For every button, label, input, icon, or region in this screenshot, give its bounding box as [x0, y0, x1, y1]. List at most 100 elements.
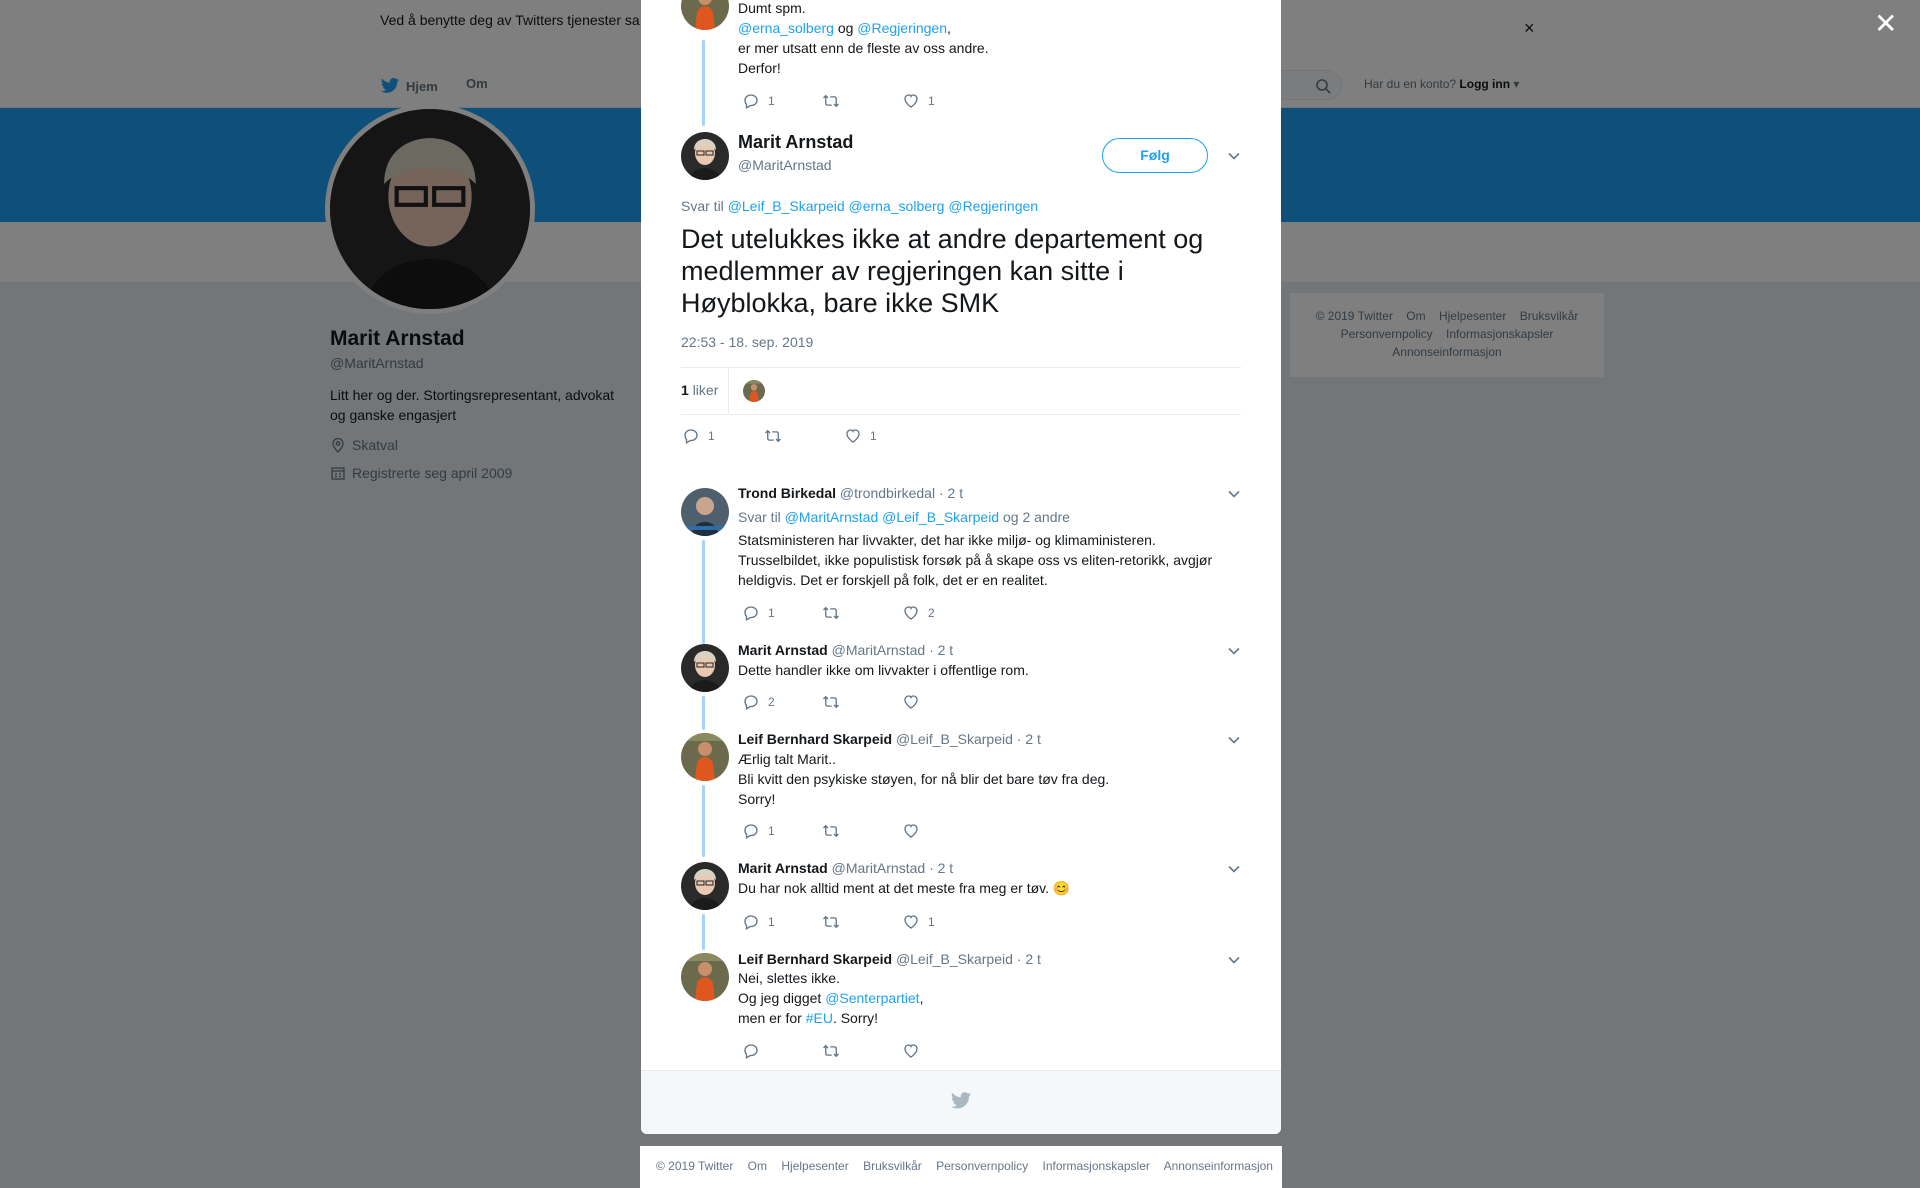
like-count: 1 [928, 915, 935, 929]
retweet-button[interactable] [822, 913, 902, 931]
avatar[interactable] [681, 862, 729, 910]
like-button[interactable] [902, 1042, 928, 1060]
tweet-time[interactable]: · 2 t [929, 860, 953, 876]
reply-button[interactable]: 1 [682, 427, 764, 445]
reply-button[interactable]: 1 [742, 913, 822, 931]
author-name[interactable]: Marit Arnstad [738, 860, 828, 876]
reply-count: 1 [768, 94, 775, 108]
reply-count: 1 [768, 824, 775, 838]
author-handle[interactable]: @MaritArnstad [832, 860, 926, 876]
likes-stat-word: liker [692, 382, 719, 398]
like-button[interactable] [902, 822, 928, 840]
tweet-time[interactable]: · 2 t [929, 642, 953, 658]
main-author-handle[interactable]: @MaritArnstad [738, 157, 832, 173]
retweet-icon [822, 1042, 840, 1060]
bottom-footer: © 2019 Twitter Om Hjelpesenter Bruksvilk… [640, 1146, 1282, 1188]
main-author-name[interactable]: Marit Arnstad [738, 132, 853, 153]
main-tweet-timestamp[interactable]: 22:53 - 18. sep. 2019 [681, 334, 813, 350]
retweet-button[interactable] [822, 604, 902, 622]
author-name[interactable]: Marit Arnstad [738, 642, 828, 658]
avatar[interactable] [681, 0, 729, 30]
like-button[interactable] [902, 693, 928, 711]
retweet-button[interactable] [822, 92, 902, 110]
like-icon [902, 693, 920, 711]
tweet-line: @erna_solberg og @Regjeringen, [738, 18, 1238, 38]
like-icon [902, 822, 920, 840]
follow-button[interactable]: Følg [1102, 138, 1208, 173]
mention-link[interactable]: @Regjeringen [857, 20, 947, 36]
footer-item[interactable]: Informasjonskapsler [1043, 1159, 1150, 1173]
chevron-down-icon[interactable] [1227, 644, 1241, 658]
reply-to-suffix[interactable]: og 2 andre [1003, 509, 1070, 525]
close-icon[interactable]: ✕ [1874, 10, 1897, 38]
author-name[interactable]: Leif Bernhard Skarpeid [738, 951, 892, 967]
author-handle[interactable]: @Leif_B_Skarpeid [896, 951, 1013, 967]
retweet-icon [822, 822, 840, 840]
reply-button[interactable]: 1 [742, 604, 822, 622]
author-name[interactable]: Trond Birkedal [738, 485, 836, 501]
retweet-button[interactable] [822, 1042, 902, 1060]
like-button[interactable]: 1 [902, 92, 935, 110]
chevron-down-icon[interactable] [1227, 733, 1241, 747]
modal-footer [641, 1070, 1281, 1134]
tweet-header: Marit Arnstad @MaritArnstad · 2 t [738, 641, 953, 659]
footer-item[interactable]: © 2019 Twitter [656, 1159, 733, 1173]
like-button[interactable]: 1 [902, 913, 935, 931]
hashtag-link[interactable]: #EU [806, 1010, 833, 1026]
tweet-actions: 1 [742, 822, 928, 840]
author-handle[interactable]: @trondbirkedal [840, 485, 935, 501]
chevron-down-icon[interactable] [1227, 487, 1241, 501]
footer-item[interactable]: Om [748, 1159, 767, 1173]
mention-link[interactable]: @erna_solberg [738, 20, 834, 36]
mention-link[interactable]: @Senterpartiet [825, 990, 919, 1006]
footer-item[interactable]: Annonseinformasjon [1164, 1159, 1273, 1173]
footer-item[interactable]: Personvernpolicy [936, 1159, 1028, 1173]
like-count: 1 [928, 94, 935, 108]
reply-button[interactable]: 1 [742, 92, 822, 110]
tweet-line: men er for #EU. Sorry! [738, 1008, 1238, 1028]
like-button[interactable]: 1 [844, 427, 877, 445]
thread-line [702, 785, 705, 857]
tweet-line: Ærlig talt Marit.. [738, 751, 837, 767]
tweet-header: Trond Birkedal @trondbirkedal · 2 t [738, 484, 963, 502]
chevron-down-icon[interactable] [1227, 862, 1241, 876]
avatar[interactable] [681, 644, 729, 692]
avatar[interactable] [681, 132, 729, 180]
retweet-icon [822, 604, 840, 622]
tweet-stats: 1 liker [681, 367, 1241, 415]
tweet-time[interactable]: · 2 t [1017, 951, 1041, 967]
like-button[interactable]: 2 [902, 604, 935, 622]
chevron-down-icon[interactable] [1227, 149, 1241, 163]
footer-item[interactable]: Bruksvilkår [863, 1159, 922, 1173]
tweet-line: Dumt spm. [738, 0, 806, 16]
liker-avatar[interactable] [743, 380, 765, 402]
reply-to-mentions[interactable]: @Leif_B_Skarpeid @erna_solberg @Regjerin… [728, 198, 1038, 214]
reply-button[interactable] [742, 1042, 822, 1060]
reply-icon [742, 604, 760, 622]
tweet-time[interactable]: · 2 t [1017, 731, 1041, 747]
retweet-button[interactable] [764, 427, 844, 445]
twitter-bird-icon [950, 1090, 972, 1112]
avatar[interactable] [681, 488, 729, 536]
reply-button[interactable]: 1 [742, 822, 822, 840]
tweet-time[interactable]: · 2 t [939, 485, 963, 501]
punctuation: , [947, 20, 951, 36]
like-icon [902, 913, 920, 931]
author-handle[interactable]: @Leif_B_Skarpeid [896, 731, 1013, 747]
likes-stat[interactable]: 1 liker [681, 382, 718, 398]
reply-count: 1 [708, 429, 715, 443]
reply-icon [742, 1042, 760, 1060]
chevron-down-icon[interactable] [1227, 953, 1241, 967]
author-handle[interactable]: @MaritArnstad [832, 642, 926, 658]
avatar[interactable] [681, 733, 729, 781]
reply-button[interactable]: 2 [742, 693, 822, 711]
avatar[interactable] [681, 953, 729, 1001]
author-name[interactable]: Leif Bernhard Skarpeid [738, 731, 892, 747]
retweet-button[interactable] [822, 822, 902, 840]
reply-icon [742, 913, 760, 931]
retweet-icon [764, 427, 782, 445]
footer-item[interactable]: Hjelpesenter [781, 1159, 848, 1173]
tweet-actions: 2 [742, 693, 928, 711]
retweet-button[interactable] [822, 693, 902, 711]
reply-to-mentions[interactable]: @MaritArnstad @Leif_B_Skarpeid [785, 509, 999, 525]
